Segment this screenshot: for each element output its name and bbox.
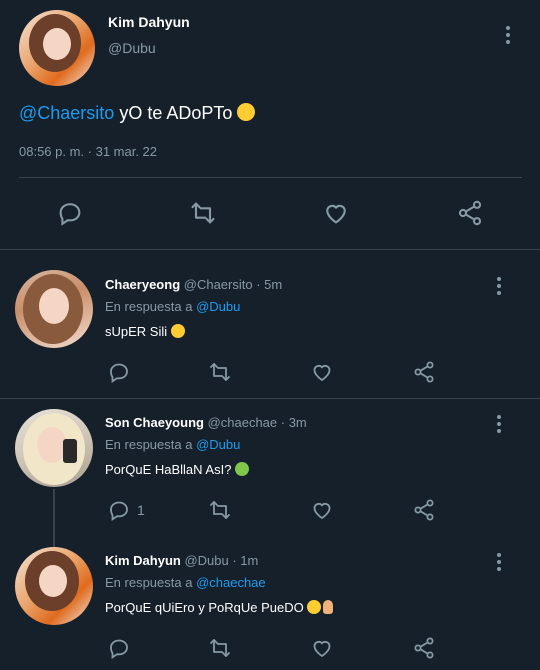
- reply-text: PorQuE HaBllaN AsI?: [105, 462, 250, 477]
- reply-header: Chaeryeong @Chaersito · 5m: [105, 277, 282, 292]
- avatar[interactable]: [15, 547, 93, 625]
- reply-header: Son Chaeyoung @chaechae · 3m: [105, 415, 307, 430]
- money-mouth-icon: [235, 462, 250, 476]
- more-icon[interactable]: [497, 415, 503, 436]
- heart-eyes-icon: [170, 324, 185, 338]
- replying-to: En respuesta a @chaechae: [105, 575, 266, 590]
- mention-link[interactable]: @Chaersito: [19, 103, 114, 123]
- retweet-icon[interactable]: [188, 199, 218, 227]
- retweet-icon[interactable]: [207, 498, 233, 522]
- author-name[interactable]: Kim Dahyun: [105, 553, 181, 568]
- tweet-text: @Chaersito yO te ADoPTo: [19, 103, 256, 124]
- tweet-body: yO te ADoPTo: [114, 103, 238, 123]
- smiling-face-hearts-icon: [237, 103, 256, 121]
- reply-text: PorQuE qUiEro y PoRqUe PueDO: [105, 600, 334, 615]
- retweet-icon[interactable]: [207, 360, 233, 384]
- more-icon[interactable]: [497, 553, 503, 574]
- divider: [19, 177, 522, 178]
- share-icon[interactable]: [412, 360, 436, 384]
- like-icon[interactable]: [310, 498, 334, 522]
- more-icon[interactable]: [497, 277, 503, 298]
- share-icon[interactable]: [412, 636, 436, 660]
- avatar[interactable]: [15, 409, 93, 487]
- mention-link[interactable]: @Dubu: [196, 437, 240, 452]
- more-icon[interactable]: [506, 26, 512, 47]
- retweet-icon[interactable]: [207, 636, 233, 660]
- author-meta[interactable]: @chaechae · 3m: [204, 415, 307, 430]
- reply-icon[interactable]: [107, 498, 131, 522]
- share-icon[interactable]: [456, 199, 484, 227]
- author-name[interactable]: Son Chaeyoung: [105, 415, 204, 430]
- author-meta[interactable]: @Chaersito · 5m: [180, 277, 282, 292]
- mention-link[interactable]: @chaechae: [196, 575, 266, 590]
- pinched-fingers-icon: [323, 600, 334, 614]
- divider: [0, 398, 540, 399]
- reply-count: 1: [137, 502, 145, 518]
- divider: [0, 249, 540, 250]
- reply-header: Kim Dahyun @Dubu · 1m: [105, 553, 258, 568]
- author-name[interactable]: Chaeryeong: [105, 277, 180, 292]
- avatar[interactable]: [15, 270, 93, 348]
- share-icon[interactable]: [412, 498, 436, 522]
- like-icon[interactable]: [310, 636, 334, 660]
- tweet-timestamp: 08:56 p. m. · 31 mar. 22: [19, 144, 158, 159]
- like-icon[interactable]: [310, 360, 334, 384]
- author-handle[interactable]: @Dubu: [108, 40, 156, 56]
- reply-text: sUpER Sili: [105, 324, 185, 339]
- reply-icon[interactable]: [107, 636, 131, 660]
- reply-icon[interactable]: [56, 199, 84, 227]
- author-name[interactable]: Kim Dahyun: [108, 14, 190, 30]
- thread-line: [53, 489, 55, 547]
- avatar[interactable]: [19, 10, 95, 86]
- sunglasses-icon: [307, 600, 322, 614]
- replying-to: En respuesta a @Dubu: [105, 299, 241, 314]
- like-icon[interactable]: [322, 199, 350, 227]
- replying-to: En respuesta a @Dubu: [105, 437, 241, 452]
- mention-link[interactable]: @Dubu: [196, 299, 240, 314]
- author-meta[interactable]: @Dubu · 1m: [181, 553, 258, 568]
- reply-icon[interactable]: [107, 360, 131, 384]
